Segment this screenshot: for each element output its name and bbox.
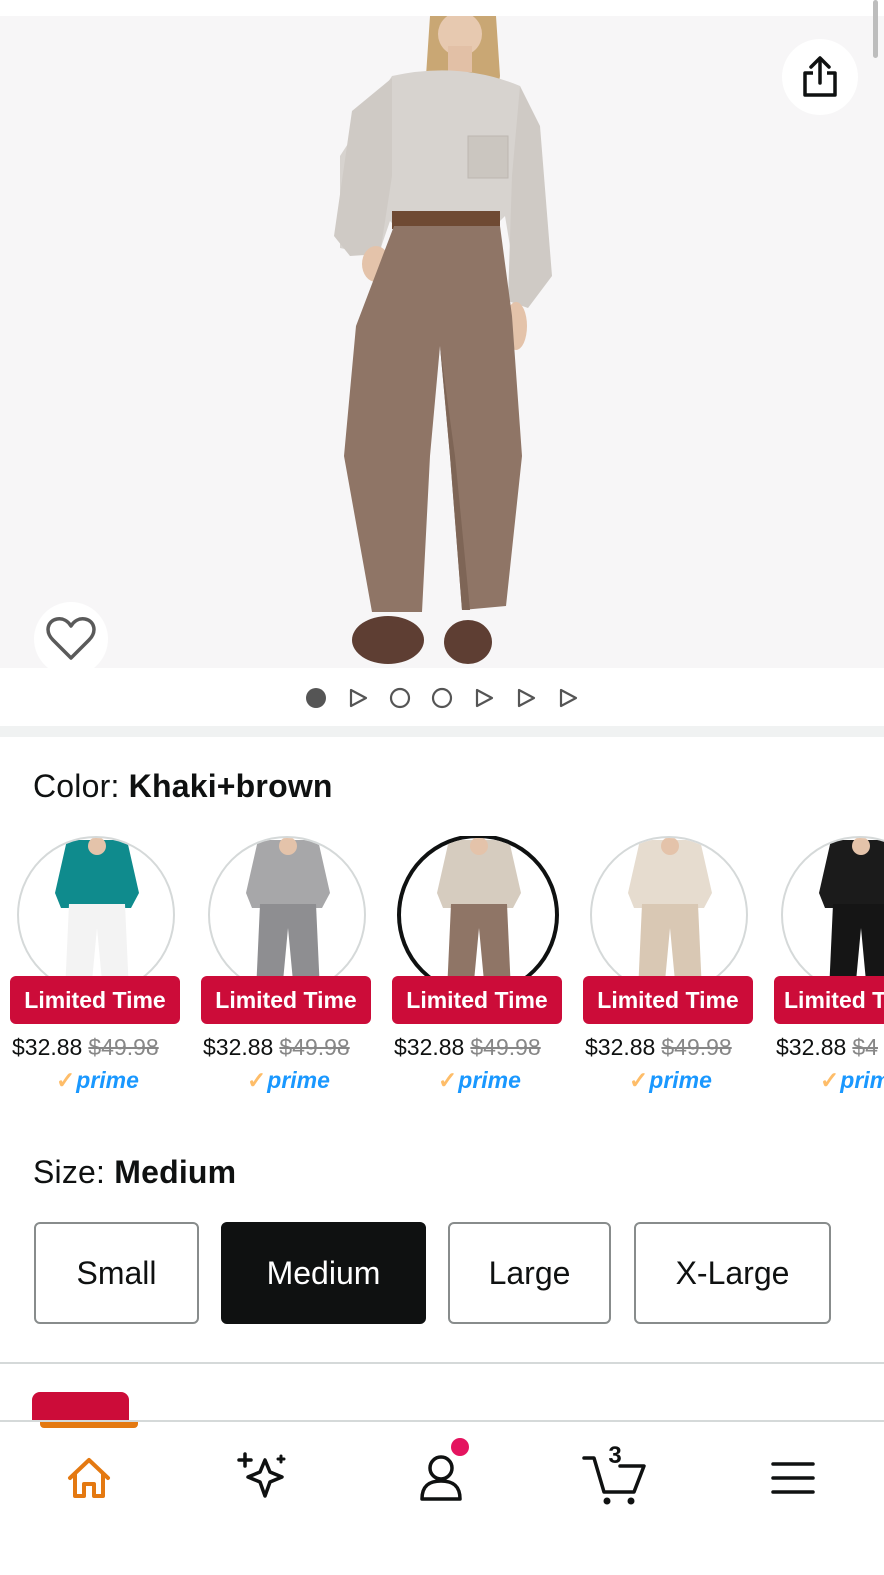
color-swatch-selected[interactable]: Limited Time $32.88 $49.98 ✓prime <box>392 836 572 1106</box>
size-button-small[interactable]: Small <box>34 1222 199 1324</box>
deal-badge: Limited Time <box>392 976 562 1024</box>
swatch-image <box>17 836 175 994</box>
carousel-video-indicator[interactable] <box>463 683 505 713</box>
share-button[interactable] <box>782 39 858 115</box>
section-divider <box>0 1362 884 1364</box>
color-swatch-list[interactable]: Limited Time $32.88 $49.98 ✓prime Limited… <box>0 836 884 1106</box>
prime-badge: ✓prime <box>247 1067 330 1093</box>
swatch-price: $32.88 $49.98 <box>203 1034 350 1061</box>
active-tab-indicator <box>40 1422 138 1428</box>
swatch-price: $32.88 $4 <box>776 1034 878 1061</box>
sparkle-icon <box>237 1452 286 1498</box>
selected-size-name: Medium <box>114 1154 237 1190</box>
size-button-x-large[interactable]: X-Large <box>634 1222 831 1324</box>
swatch-image <box>397 836 559 996</box>
color-label-prefix: Color: <box>33 768 129 804</box>
product-photo <box>334 16 552 664</box>
prime-check-icon: ✓ <box>820 1067 840 1093</box>
home-icon <box>68 1458 110 1498</box>
color-swatch[interactable]: Limited Time $32.88 $49.98 ✓prime <box>201 836 381 1106</box>
section-divider <box>0 726 884 737</box>
carousel-dot-active[interactable] <box>295 683 337 713</box>
swatch-price: $32.88 $49.98 <box>12 1034 159 1061</box>
selected-color-name: Khaki+brown <box>128 768 333 804</box>
prime-check-icon: ✓ <box>438 1067 458 1093</box>
list-price: $49.98 <box>88 1034 159 1060</box>
image-carousel-indicator[interactable] <box>0 683 884 713</box>
carousel-dot[interactable] <box>421 683 463 713</box>
notification-dot <box>451 1438 469 1456</box>
prime-check-icon: ✓ <box>56 1067 76 1093</box>
color-swatch[interactable]: Limited Time $32.88 $49.98 ✓prime <box>583 836 763 1106</box>
heart-icon <box>46 617 96 660</box>
menu-icon <box>771 1462 815 1494</box>
cart-count: 3 <box>608 1442 622 1469</box>
nav-menu[interactable] <box>748 1446 838 1510</box>
swatch-image <box>590 836 748 994</box>
prime-badge: ✓prime <box>438 1067 521 1093</box>
play-icon <box>475 688 494 708</box>
carousel-video-indicator[interactable] <box>547 683 589 713</box>
size-label: Size: Medium <box>33 1154 236 1191</box>
nav-account[interactable] <box>396 1438 486 1510</box>
deal-badge: Limited T <box>774 976 884 1024</box>
list-price: $4 <box>852 1034 878 1060</box>
play-icon <box>349 688 368 708</box>
nav-cart[interactable]: 3 <box>570 1442 660 1510</box>
carousel-dot[interactable] <box>379 683 421 713</box>
size-label-prefix: Size: <box>33 1154 115 1190</box>
swatch-price: $32.88 $49.98 <box>394 1034 541 1061</box>
swatch-image <box>208 836 366 994</box>
size-button-medium[interactable]: Medium <box>221 1222 426 1324</box>
carousel-video-indicator[interactable] <box>337 683 379 713</box>
carousel-video-indicator[interactable] <box>505 683 547 713</box>
share-icon <box>803 56 837 97</box>
sale-price: $32.88 <box>203 1034 274 1060</box>
swatch-image <box>781 836 884 994</box>
wishlist-button[interactable] <box>34 602 108 668</box>
prime-badge: ✓prime <box>56 1067 139 1093</box>
swatch-price: $32.88 $49.98 <box>585 1034 732 1061</box>
prime-check-icon: ✓ <box>629 1067 649 1093</box>
dot-icon <box>431 687 453 709</box>
nav-rufus[interactable] <box>218 1446 308 1510</box>
list-price: $49.98 <box>661 1034 732 1060</box>
scrollbar[interactable] <box>873 0 878 58</box>
sale-price: $32.88 <box>585 1034 656 1060</box>
list-price: $49.98 <box>279 1034 350 1060</box>
color-swatch[interactable]: Limited T $32.88$4 ✓prim <box>774 836 884 1106</box>
sale-price: $32.88 <box>12 1034 83 1060</box>
color-label: Color: Khaki+brown <box>33 768 333 805</box>
play-icon <box>559 688 578 708</box>
deal-badge: Limited Time <box>10 976 180 1024</box>
dot-icon <box>389 687 411 709</box>
deal-badge: Limited Time <box>201 976 371 1024</box>
deal-badge: Limited Time <box>583 976 753 1024</box>
product-image[interactable] <box>0 16 884 668</box>
play-icon <box>517 688 536 708</box>
color-swatch[interactable]: Limited Time $32.88 $49.98 ✓prime <box>10 836 190 1106</box>
prime-badge: ✓prime <box>629 1067 712 1093</box>
prime-check-icon: ✓ <box>247 1067 267 1093</box>
account-icon <box>420 1455 462 1501</box>
dot-icon <box>306 688 326 708</box>
nav-home[interactable] <box>44 1446 134 1510</box>
bottom-navigation: 3 <box>0 1420 884 1575</box>
list-price: $49.98 <box>470 1034 541 1060</box>
prime-badge: ✓prim <box>820 1067 884 1093</box>
size-button-large[interactable]: Large <box>448 1222 611 1324</box>
sale-price: $32.88 <box>394 1034 465 1060</box>
sale-price: $32.88 <box>776 1034 847 1060</box>
